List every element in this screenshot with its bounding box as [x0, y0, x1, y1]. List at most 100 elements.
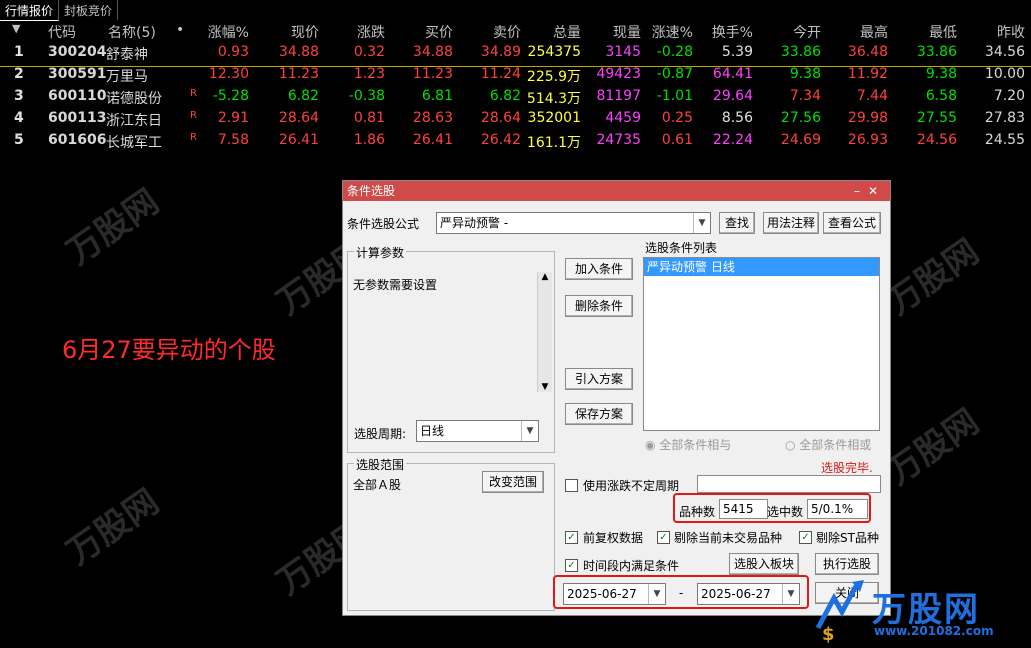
cell-high: 7.44	[856, 88, 888, 104]
cell-spd: -0.28	[656, 44, 693, 60]
table-row[interactable]: 1 300204 舒泰神 0.93 34.88 0.32 34.88 34.89 254375 3…	[0, 44, 1031, 67]
cell-idx: 1	[14, 44, 24, 60]
exclude-untraded-label: 剔除当前未交易品种	[674, 531, 783, 545]
close-icon[interactable]: ✕	[868, 184, 886, 198]
tab-bar: 行情报价 封板竞价	[0, 0, 119, 21]
chevron-down-icon[interactable]: ▼	[693, 213, 710, 233]
cell-low: 9.38	[925, 66, 957, 82]
radio-and-label: 全部条件相与	[659, 438, 732, 452]
cell-pct: 7.58	[217, 132, 249, 148]
to-block-button[interactable]: 选股入板块	[729, 553, 799, 575]
table-row[interactable]: 5 601606 长城军工 R 7.58 26.41 1.86 26.41 26.42 161.1…	[0, 132, 1031, 154]
col-header[interactable]: 最低	[929, 22, 957, 42]
cell-code: 601606	[48, 132, 107, 148]
annotation-text: 6月27要异动的个股	[62, 336, 276, 364]
col-header[interactable]: 昨收	[997, 22, 1025, 42]
scroll-up-icon[interactable]: ▲	[538, 272, 552, 282]
col-header[interactable]: 现量	[613, 22, 641, 42]
cell-high: 26.93	[847, 132, 888, 148]
period-select[interactable]: 日线 ▼	[416, 420, 539, 442]
usage-button[interactable]: 用法注释	[763, 212, 819, 234]
table-row[interactable]: 3 600110 诺德股份 R -5.28 6.82 -0.38 6.81 6.82 514.3万…	[0, 88, 1031, 110]
cell-pct: 2.91	[217, 110, 249, 126]
cell-pct: 12.30	[208, 66, 249, 82]
cell-turn: 5.39	[721, 44, 753, 60]
cell-flag: R	[190, 132, 197, 143]
cell-name: 诺德股份	[106, 91, 162, 107]
cell-turn: 22.24	[712, 132, 753, 148]
cell-ask: 6.82	[489, 88, 521, 104]
col-header[interactable]: 名称(5)	[108, 22, 156, 42]
cond-list-item[interactable]: 严异动预警 日线	[644, 258, 879, 276]
table-row[interactable]: 2 300591 万里马 12.30 11.23 1.23 11.23 11.24 225.9万…	[0, 66, 1031, 88]
time-range-checkbox[interactable]: ✓	[565, 559, 578, 572]
radio-or-label: 全部条件相或	[799, 438, 872, 452]
restore-checkbox[interactable]: ✓	[565, 531, 578, 544]
find-button[interactable]: 查找	[719, 212, 755, 234]
add-condition-button[interactable]: 加入条件	[565, 258, 633, 280]
cell-low: 24.56	[916, 132, 957, 148]
cell-chg: 0.81	[353, 110, 385, 126]
import-scheme-button[interactable]: 引入方案	[565, 368, 633, 390]
scrollbar[interactable]: ▲ ▼	[537, 272, 552, 392]
radio-and[interactable]: ◉ 全部条件相与	[645, 436, 731, 453]
col-header[interactable]: 换手%	[712, 22, 753, 42]
range-group: 选股范围 全部Ａ股 改变范围	[347, 456, 555, 611]
cell-code: 600110	[48, 88, 107, 104]
scroll-down-icon[interactable]: ▼	[538, 382, 552, 392]
logo: $ 万股网 www.201082.com	[812, 578, 1027, 645]
col-header[interactable]: 买价	[425, 22, 453, 42]
change-range-button[interactable]: 改变范围	[482, 471, 544, 493]
cell-code: 300591	[48, 66, 107, 82]
cell-chg: 1.86	[353, 132, 385, 148]
col-header[interactable]: 最高	[860, 22, 888, 42]
minimize-icon[interactable]: –	[854, 184, 868, 198]
cond-list[interactable]: 严异动预警 日线	[643, 257, 880, 431]
col-header[interactable]: 今开	[793, 22, 821, 42]
col-header: •	[176, 22, 185, 38]
dialog-title-bar: 条件选股 –✕	[343, 181, 890, 201]
execute-button[interactable]: 执行选股	[815, 553, 879, 575]
cell-prev: 7.20	[993, 88, 1025, 104]
chevron-down-icon[interactable]: ▼	[521, 421, 538, 441]
cell-price: 28.64	[278, 110, 319, 126]
col-header[interactable]: 涨速%	[652, 22, 693, 42]
cell-chg: 1.23	[353, 66, 385, 82]
cell-turn: 8.56	[721, 110, 753, 126]
highlight-box-count	[673, 493, 871, 523]
table-row[interactable]: 4 600113 浙江东日 R 2.91 28.64 0.81 28.63 28.64 35200…	[0, 110, 1031, 132]
cell-bid: 11.23	[412, 66, 453, 82]
stock-filter-dialog: 条件选股 –✕ 条件选股公式 严异动预警 - ▼ 查找 用法注释 查看公式 计算…	[342, 180, 891, 616]
cell-high: 11.92	[847, 66, 888, 82]
view-formula-button[interactable]: 查看公式	[823, 212, 881, 234]
cell-spd: -0.87	[656, 66, 693, 82]
cell-prev: 24.55	[984, 132, 1025, 148]
tab-auction[interactable]: 封板竞价	[59, 0, 119, 20]
radio-or[interactable]: ○ 全部条件相或	[785, 436, 871, 453]
col-header[interactable]: 卖价	[493, 22, 521, 42]
cell-vol: 352001	[527, 110, 581, 126]
tab-quote[interactable]: 行情报价	[0, 0, 60, 21]
cell-cur: 4459	[605, 110, 641, 126]
delete-condition-button[interactable]: 删除条件	[565, 295, 633, 317]
save-scheme-button[interactable]: 保存方案	[565, 403, 633, 425]
formula-select[interactable]: 严异动预警 - ▼	[436, 212, 711, 234]
cell-pct: -5.28	[212, 88, 249, 104]
cell-open: 9.38	[789, 66, 821, 82]
watermark: 万股网	[59, 181, 167, 274]
uncertain-period-checkbox[interactable]	[565, 479, 578, 492]
col-header[interactable]: 现价	[291, 22, 319, 42]
col-header[interactable]: 涨幅%	[208, 22, 249, 42]
col-header[interactable]: 代码	[48, 22, 76, 42]
sort-arrow-icon[interactable]: ▼	[12, 22, 20, 35]
cell-open: 27.56	[780, 110, 821, 126]
cell-low: 6.58	[925, 88, 957, 104]
status-text: 选股完毕.	[821, 461, 873, 475]
exclude-untraded-checkbox[interactable]: ✓	[657, 531, 670, 544]
uncertain-period-label: 使用涨跌不定周期	[583, 479, 680, 493]
logo-url: www.201082.com	[874, 624, 994, 638]
col-header[interactable]: 涨跌	[357, 22, 385, 42]
col-header[interactable]: 总量	[553, 22, 581, 42]
uncertain-period-field[interactable]	[697, 475, 881, 493]
exclude-st-checkbox[interactable]: ✓	[799, 531, 812, 544]
